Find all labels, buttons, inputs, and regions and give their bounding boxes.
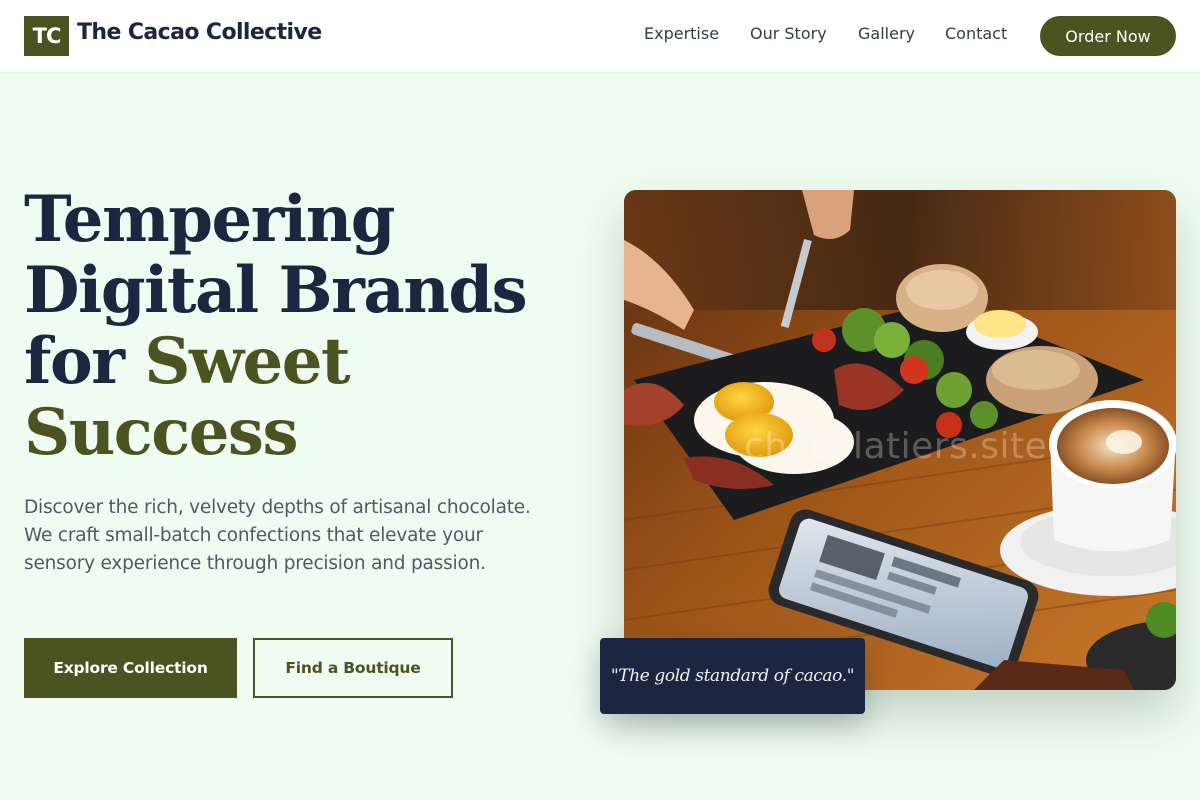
hero-description: Discover the rich, velvety depths of art… (24, 497, 531, 574)
hero-photo: chocolatiers.site (624, 190, 1176, 690)
testimonial-quote: "The gold standard of cacao." (610, 666, 855, 686)
nav-link-expertise[interactable]: Expertise (644, 24, 719, 43)
order-now-button[interactable]: Order Now (1040, 16, 1176, 56)
nav-link-our-story[interactable]: Our Story (750, 24, 827, 43)
image-watermark: chocolatiers.site (744, 426, 1048, 467)
nav-link-contact[interactable]: Contact (945, 24, 1007, 43)
explore-collection-button[interactable]: Explore Collection (24, 638, 237, 698)
nav-link-gallery[interactable]: Gallery (858, 24, 915, 43)
site-header: TC The Cacao Collective Expertise Our St… (0, 0, 1200, 73)
brand-name[interactable]: The Cacao Collective (77, 20, 322, 45)
hero-title: Tempering Digital Brands for Sweet Succe… (24, 184, 584, 468)
logo-monogram[interactable]: TC (24, 16, 69, 56)
find-boutique-button[interactable]: Find a Boutique (253, 638, 453, 698)
testimonial-quote-card: "The gold standard of cacao." (600, 638, 865, 714)
